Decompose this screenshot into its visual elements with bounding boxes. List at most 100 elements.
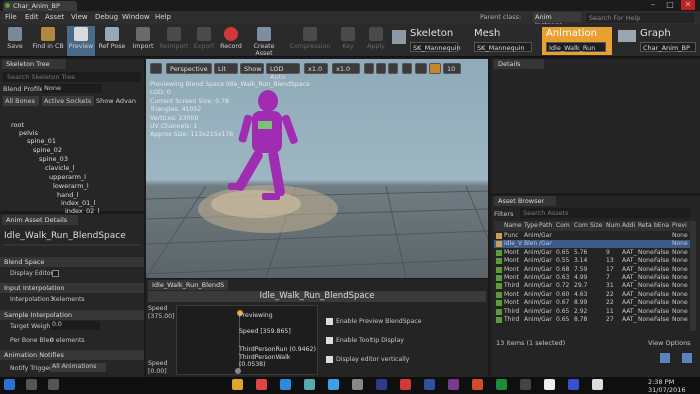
compression-button[interactable]: Compression: [288, 26, 332, 56]
details-tab[interactable]: Details: [494, 59, 544, 69]
menu-window[interactable]: Window: [122, 13, 150, 21]
blendspace-tab[interactable]: Idle_Walk_Run_BlendS: [148, 280, 228, 290]
asset-row[interactable]: Third Anim/Gar 0.65 2.92 11 AAT_ None False None: [494, 308, 690, 316]
photoshop-icon[interactable]: [424, 379, 435, 390]
enable-tooltip-checkbox[interactable]: [326, 337, 333, 344]
col-reta[interactable]: Reta: [638, 222, 652, 229]
speed-button[interactable]: x1.0: [304, 63, 328, 74]
col-bena[interactable]: bEna: [654, 222, 669, 229]
enable-preview-checkbox[interactable]: [326, 318, 333, 325]
col-previ[interactable]: Previ: [672, 222, 687, 229]
bone-item[interactable]: upperarm_l: [49, 173, 86, 181]
scale-icon[interactable]: [388, 63, 398, 74]
app-icon[interactable]: [352, 379, 363, 390]
mode-mesh-value[interactable]: SK_Mannequin: [474, 42, 532, 52]
mode-mesh[interactable]: Mesh SK_Mannequin: [462, 28, 542, 54]
active-sockets-filter[interactable]: Active Sockets: [42, 96, 94, 106]
viewport-menu-button[interactable]: [150, 63, 162, 74]
filters-button[interactable]: Filters: [494, 210, 513, 218]
menu-debug[interactable]: Debug: [95, 13, 118, 21]
create-asset-button[interactable]: Create Asset: [246, 26, 282, 57]
show-advanced-checkbox[interactable]: Show Advan: [96, 97, 136, 105]
import-button[interactable]: Import: [129, 26, 157, 56]
chrome-icon[interactable]: [256, 379, 267, 390]
menu-asset[interactable]: Asset: [45, 13, 64, 21]
mode-skeleton-value[interactable]: SK_Mannequin: [410, 42, 461, 52]
asset-row[interactable]: Idle_V Blen/Gar None: [494, 240, 690, 249]
asset-tab[interactable]: Char_Anim_BP: [3, 1, 77, 11]
search-icon[interactable]: [26, 379, 37, 390]
epic-games-icon[interactable]: [544, 379, 555, 390]
maximize-button[interactable]: □: [663, 0, 677, 10]
blendspace-graph[interactable]: Previewing Speed [359.865] ThirdPersonRu…: [176, 305, 318, 375]
col-type[interactable]: Type: [524, 222, 538, 229]
reimport-button[interactable]: Reimport: [158, 26, 190, 56]
view-options-button[interactable]: View Options: [648, 339, 691, 347]
col-size[interactable]: Size: [590, 222, 602, 229]
bone-item[interactable]: hand_l: [57, 191, 78, 199]
ref-pose-button[interactable]: Ref Pose: [97, 26, 127, 56]
bone-item[interactable]: clavicle_l: [45, 164, 74, 172]
blend-space-section[interactable]: Blend Space: [0, 257, 144, 267]
app-icon[interactable]: [568, 379, 579, 390]
input-interp-section[interactable]: Input Interpolation: [0, 283, 144, 293]
col-num[interactable]: Num: [606, 222, 620, 229]
parent-class-value[interactable]: Anim Instance: [533, 12, 581, 29]
asset-row[interactable]: Mont Anim/Gar 0.68 7.59 17 AAT_ None False None: [494, 266, 690, 274]
app-icon[interactable]: [376, 379, 387, 390]
export-button[interactable]: Export: [191, 26, 217, 56]
app-icon[interactable]: [448, 379, 459, 390]
bone-item[interactable]: lowerarm_l: [53, 182, 89, 190]
asset-browser-tab[interactable]: Asset Browser: [494, 196, 556, 206]
all-bones-filter[interactable]: All Bones: [3, 96, 39, 106]
asset-row[interactable]: Punc Anim/Gar None: [494, 232, 690, 240]
menu-help[interactable]: Help: [155, 13, 171, 21]
blend-profile-select[interactable]: None: [42, 84, 102, 93]
notify-trigger-select[interactable]: All Animations: [50, 363, 106, 372]
rotate-icon[interactable]: [376, 63, 386, 74]
col-com2[interactable]: Com: [574, 222, 588, 229]
bone-item[interactable]: spine_02: [33, 146, 62, 154]
back-arrow-icon[interactable]: [660, 353, 670, 363]
asset-row[interactable]: Third Anim/Gar 0.65 8.78 27 AAT_ None False None: [494, 316, 690, 324]
mode-graph[interactable]: Graph Char_Anim_BP: [618, 28, 698, 54]
asset-row[interactable]: Mont Anim/Gar 0.65 5.76 9 AAT_ None False None: [494, 249, 690, 257]
file-explorer-icon[interactable]: [232, 379, 243, 390]
save-button[interactable]: Save: [2, 26, 28, 56]
bone-item[interactable]: root: [11, 121, 24, 129]
asset-row[interactable]: Mont Anim/Gar 0.67 8.99 22 AAT_ None False None: [494, 299, 690, 307]
key-button[interactable]: Key: [338, 26, 358, 56]
find-in-cb-button[interactable]: Find in CB: [30, 26, 66, 56]
snap-toggle[interactable]: [415, 63, 427, 74]
col-addi[interactable]: Addi: [622, 222, 635, 229]
app-icon[interactable]: [472, 379, 483, 390]
task-view-icon[interactable]: [48, 379, 59, 390]
asset-row[interactable]: Mont Anim/Gar 0.55 3.14 13 AAT_ None False None: [494, 257, 690, 265]
forward-arrow-icon[interactable]: [682, 353, 692, 363]
scale-button[interactable]: x1.0: [332, 63, 360, 74]
preview-button[interactable]: Preview: [67, 26, 95, 56]
edge-icon[interactable]: [280, 379, 291, 390]
target-weight-input[interactable]: 0.0: [50, 321, 100, 330]
record-button[interactable]: Record: [218, 26, 244, 56]
bone-item[interactable]: spine_03: [39, 155, 68, 163]
move-icon[interactable]: [364, 63, 374, 74]
skeleton-tree-tab[interactable]: Skeleton Tree: [2, 59, 66, 69]
app-icon[interactable]: [496, 379, 507, 390]
bone-item[interactable]: pelvis: [19, 129, 38, 137]
unreal-icon[interactable]: [592, 379, 603, 390]
menu-file[interactable]: File: [5, 13, 17, 21]
show-button[interactable]: Show: [240, 63, 264, 74]
sample-point[interactable]: [235, 368, 241, 374]
display-editor-checkbox[interactable]: [52, 270, 59, 277]
minimize-button[interactable]: –: [646, 0, 660, 10]
mode-animation-value[interactable]: Idle_Walk_Run: [546, 42, 606, 52]
asset-search-input[interactable]: Search Assets: [520, 208, 690, 218]
grid-size-value[interactable]: 10: [443, 63, 461, 74]
asset-row[interactable]: Third Anim/Gar 0.72 29.7 31 AAT_ None False None: [494, 282, 690, 290]
close-button[interactable]: ✕: [681, 0, 695, 10]
skeleton-search-input[interactable]: Search Skeleton Tree: [3, 72, 141, 82]
windows-start-icon[interactable]: [4, 379, 15, 390]
apply-button[interactable]: Apply: [364, 26, 388, 56]
asset-row[interactable]: Mont Anim/Gar 0.60 4.63 22 AAT_ None False None: [494, 291, 690, 299]
